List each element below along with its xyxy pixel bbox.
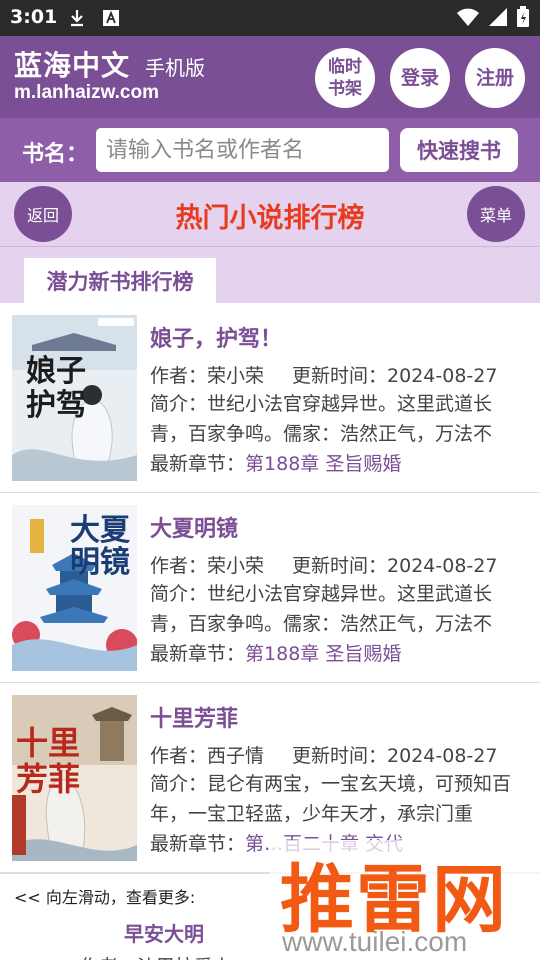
title-bar: 返回 热门小说排行榜 菜单: [0, 182, 540, 246]
swipe-hint: << 向左滑动，查看更多:: [14, 888, 196, 907]
book-updated: 2024-08-27: [387, 555, 498, 577]
search-button[interactable]: 快速搜书: [400, 128, 518, 172]
book-cover[interactable]: 娘子护驾: [12, 315, 137, 481]
tab-potential-new-books[interactable]: 潜力新书排行榜: [24, 258, 216, 304]
search-input[interactable]: [96, 128, 389, 172]
list-item[interactable]: 娘子护驾 娘子，护驾！ 作者：荣小荣 更新时间：2024-08-27 简介：世纪小…: [0, 303, 540, 493]
status-time: 3:01: [10, 6, 58, 28]
battery-icon: [517, 6, 529, 27]
book-meta: 作者：西子情 更新时间：2024-08-27: [150, 745, 498, 767]
menu-button[interactable]: 菜单: [467, 186, 525, 242]
login-button[interactable]: 登录: [390, 48, 450, 108]
site-logo[interactable]: 蓝海中文: [14, 44, 130, 84]
site-subtitle: 手机版: [145, 56, 205, 80]
tab-bar: 潜力新书排行榜: [0, 246, 540, 304]
watermark: 推雷网 www.tuilei.com: [270, 840, 540, 960]
text-a-icon: [103, 10, 119, 26]
site-domain: m.lanhaizw.com: [14, 82, 159, 103]
book-updated: 2024-08-27: [387, 365, 498, 387]
site-header: 蓝海中文 手机版 m.lanhaizw.com 临时书架 登录 注册: [0, 36, 540, 118]
book-title[interactable]: 娘子，护驾！: [150, 321, 282, 353]
register-button[interactable]: 注册: [465, 48, 525, 108]
cover-title-art: 大夏明镜: [70, 513, 130, 580]
book-cover[interactable]: 十里芳菲: [12, 695, 137, 861]
bookshelf-button[interactable]: 临时书架: [315, 48, 375, 108]
list-item[interactable]: 大夏明镜 大夏明镜 作者：荣小荣 更新时间：2024-08-27 简介：世纪小法官…: [0, 493, 540, 683]
page-title: 热门小说排行榜: [175, 203, 365, 234]
book-intro: 简介：昆仑有两宝，一宝玄天境，可预知百年，一宝卫轻蓝，少年天才，承宗门重: [150, 773, 512, 825]
watermark-url: www.tuilei.com: [282, 926, 468, 957]
status-bar: 3:01: [0, 0, 540, 36]
next-book-author: 作者：沙巴拉爱上: [80, 952, 232, 960]
download-icon: [71, 10, 83, 27]
book-updated: 2024-08-27: [387, 745, 498, 767]
next-book-title[interactable]: 早安大明: [124, 918, 204, 947]
book-intro: 简介：世纪小法官穿越异世。这里武道长青，百家争鸣。儒家：浩然正气，万法不: [150, 393, 493, 445]
book-title[interactable]: 十里芳菲: [150, 701, 238, 733]
book-author: 荣小荣: [207, 365, 265, 387]
wifi-icon: [457, 8, 479, 26]
book-meta: 作者：荣小荣 更新时间：2024-08-27: [150, 365, 498, 387]
book-title[interactable]: 大夏明镜: [150, 511, 238, 543]
book-intro: 简介：世纪小法官穿越异世。这里武道长青，百家争鸣。儒家：浩然正气，万法不: [150, 583, 493, 635]
latest-chapter-link[interactable]: 第188章 圣旨赐婚: [245, 453, 401, 475]
book-latest: 最新章节：第188章 圣旨赐婚: [150, 643, 402, 665]
latest-chapter-link[interactable]: 第188章 圣旨赐婚: [245, 643, 401, 665]
cover-title-art: 娘子护驾: [26, 354, 86, 423]
book-latest: 最新章节：第188章 圣旨赐婚: [150, 453, 402, 475]
search-bar: 书名： 快速搜书: [0, 118, 540, 182]
signal-icon: [489, 8, 507, 26]
book-meta: 作者：荣小荣 更新时间：2024-08-27: [150, 555, 498, 577]
book-author: 西子情: [207, 745, 265, 767]
search-label: 书名：: [22, 142, 89, 167]
book-author: 荣小荣: [207, 555, 265, 577]
cover-title-art: 十里芳菲: [16, 724, 81, 798]
book-cover[interactable]: 大夏明镜: [12, 505, 137, 671]
